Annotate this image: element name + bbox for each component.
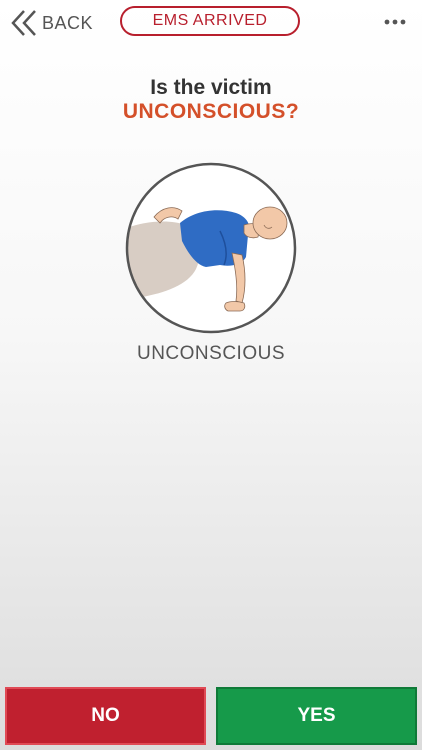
victim-question: Is the victim UNCONSCIOUS? xyxy=(0,76,422,124)
ems-arrived-button[interactable]: EMS ARRIVED xyxy=(120,6,300,36)
back-label: BACK xyxy=(42,12,94,33)
question-line-2: UNCONSCIOUS? xyxy=(122,100,300,123)
no-button[interactable]: NO xyxy=(5,687,206,745)
yes-label: YES xyxy=(297,705,336,726)
no-label: NO xyxy=(91,705,120,726)
top-bar: BACK EMS ARRIVED xyxy=(0,0,422,46)
double-chevron-left-icon xyxy=(10,8,38,38)
question-line-1: Is the victim xyxy=(150,76,272,99)
more-options-button[interactable] xyxy=(382,12,408,32)
more-dots-icon xyxy=(382,19,408,36)
unconscious-victim-icon xyxy=(124,161,298,335)
yes-button[interactable]: YES xyxy=(216,687,417,745)
illustration-caption: UNCONSCIOUS xyxy=(136,343,285,364)
ems-arrived-label: EMS ARRIVED xyxy=(152,12,268,29)
back-button[interactable]: BACK xyxy=(10,8,93,38)
